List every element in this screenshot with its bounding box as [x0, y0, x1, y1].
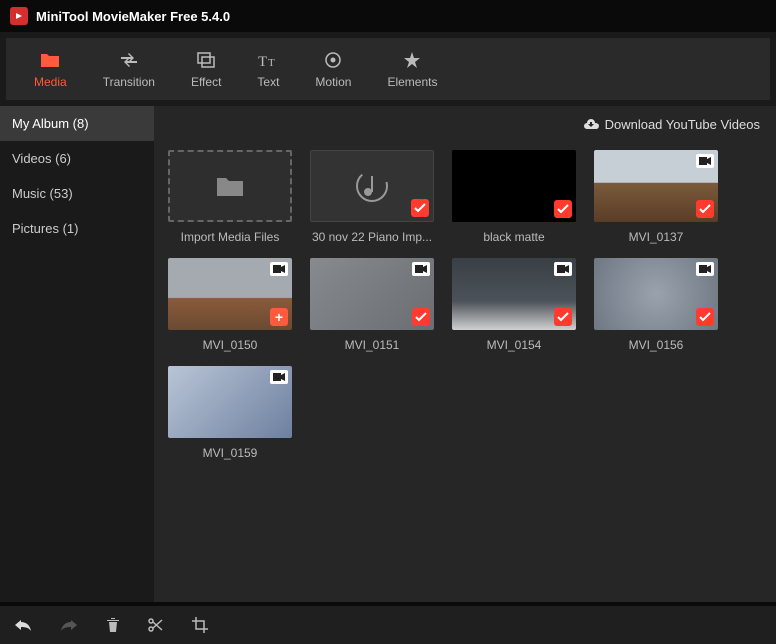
text-icon: TT — [258, 49, 278, 71]
bottom-toolbar — [0, 602, 776, 644]
media-label: MVI_0154 — [452, 338, 576, 352]
check-badge-icon — [696, 200, 714, 218]
sidebar-item-pictures[interactable]: Pictures (1) — [0, 211, 154, 246]
media-thumbnail[interactable] — [310, 258, 434, 330]
media-thumbnail[interactable] — [168, 366, 292, 438]
media-item[interactable]: black matte — [450, 150, 578, 244]
app-title: MiniTool MovieMaker Free 5.4.0 — [36, 9, 230, 24]
media-grid: Import Media Files 30 nov 22 Piano Imp...… — [154, 142, 776, 468]
video-badge-icon — [696, 262, 714, 276]
tab-text[interactable]: TT Text — [239, 43, 297, 95]
media-item[interactable]: Import Media Files — [166, 150, 294, 244]
video-badge-icon — [696, 154, 714, 168]
media-label: 30 nov 22 Piano Imp... — [310, 230, 434, 244]
media-thumbnail[interactable] — [452, 150, 576, 222]
media-thumbnail[interactable] — [452, 258, 576, 330]
media-label: MVI_0151 — [310, 338, 434, 352]
media-item[interactable]: MVI_0151 — [308, 258, 436, 352]
tab-elements[interactable]: Elements — [369, 43, 455, 95]
check-badge-icon — [696, 308, 714, 326]
folder-icon — [40, 49, 60, 71]
download-youtube-link[interactable]: Download YouTube Videos — [583, 117, 760, 132]
media-item[interactable]: + MVI_0150 — [166, 258, 294, 352]
cloud-download-icon — [583, 118, 599, 130]
app-logo-icon — [10, 7, 28, 25]
media-item[interactable]: MVI_0154 — [450, 258, 578, 352]
motion-icon — [325, 49, 341, 71]
svg-text:T: T — [268, 57, 275, 68]
media-label: MVI_0156 — [594, 338, 718, 352]
media-item[interactable]: 30 nov 22 Piano Imp... — [308, 150, 436, 244]
sidebar-item-videos[interactable]: Videos (6) — [0, 141, 154, 176]
video-badge-icon — [270, 370, 288, 384]
media-item[interactable]: MVI_0156 — [592, 258, 720, 352]
transition-icon — [119, 49, 139, 71]
main-panel: Download YouTube Videos Import Media Fil… — [154, 106, 776, 602]
add-badge-icon[interactable]: + — [270, 308, 288, 326]
tab-transition[interactable]: Transition — [85, 43, 173, 95]
main-toolbar: Media Transition Effect TT Text Motion E… — [6, 38, 770, 100]
redo-button[interactable] — [60, 618, 78, 632]
check-badge-icon — [411, 199, 429, 217]
tab-motion[interactable]: Motion — [297, 43, 369, 95]
svg-text:T: T — [258, 54, 267, 68]
main-header: Download YouTube Videos — [154, 106, 776, 142]
delete-button[interactable] — [106, 617, 120, 633]
split-button[interactable] — [148, 617, 164, 633]
sidebar: My Album (8) Videos (6) Music (53) Pictu… — [0, 106, 154, 602]
video-badge-icon — [554, 262, 572, 276]
media-label: MVI_0150 — [168, 338, 292, 352]
crop-button[interactable] — [192, 617, 208, 633]
check-badge-icon — [554, 308, 572, 326]
media-label: MVI_0137 — [594, 230, 718, 244]
media-thumbnail[interactable]: + — [168, 258, 292, 330]
sidebar-item-music[interactable]: Music (53) — [0, 176, 154, 211]
media-thumbnail[interactable] — [594, 150, 718, 222]
media-label: Import Media Files — [168, 230, 292, 244]
media-thumbnail[interactable] — [310, 150, 434, 222]
media-item[interactable]: MVI_0137 — [592, 150, 720, 244]
check-badge-icon — [412, 308, 430, 326]
tab-effect[interactable]: Effect — [173, 43, 239, 95]
media-item[interactable]: MVI_0159 — [166, 366, 294, 460]
elements-icon — [403, 49, 421, 71]
media-label: MVI_0159 — [168, 446, 292, 460]
media-thumbnail[interactable] — [594, 258, 718, 330]
undo-button[interactable] — [14, 618, 32, 632]
media-thumbnail[interactable] — [168, 150, 292, 222]
video-badge-icon — [270, 262, 288, 276]
media-label: black matte — [452, 230, 576, 244]
video-badge-icon — [412, 262, 430, 276]
sidebar-item-my-album[interactable]: My Album (8) — [0, 106, 154, 141]
titlebar: MiniTool MovieMaker Free 5.4.0 — [0, 0, 776, 32]
effect-icon — [197, 49, 215, 71]
check-badge-icon — [554, 200, 572, 218]
tab-media[interactable]: Media — [16, 43, 85, 95]
content-area: My Album (8) Videos (6) Music (53) Pictu… — [0, 106, 776, 602]
